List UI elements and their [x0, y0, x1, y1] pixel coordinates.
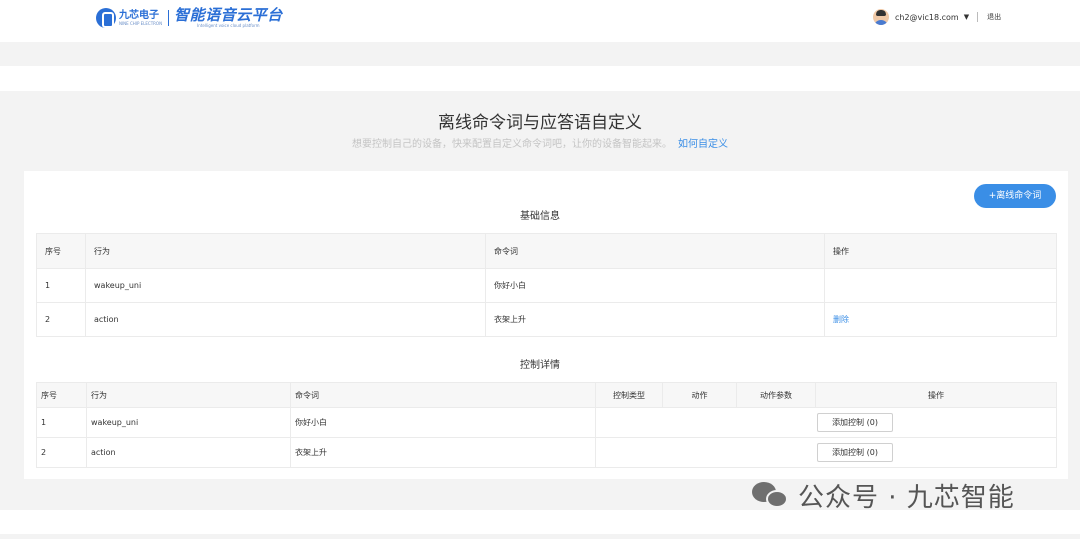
column-header: 操作 — [824, 233, 1057, 269]
table-row: 1 wakeup_uni 你好小白 添加控制 (0) — [36, 407, 1057, 438]
row-behavior: wakeup_uni — [85, 268, 486, 303]
company-name: 九芯电子 NINE CHIP ELECTRON — [119, 10, 162, 26]
control-detail-table: 序号 行为 命令词 控制类型 动作 动作参数 操作 1 wakeup_uni 你… — [36, 382, 1057, 468]
column-header: 动作参数 — [736, 382, 816, 408]
row-control-cell: 添加控制 (0) — [595, 437, 1057, 468]
column-header: 操作 — [815, 382, 1057, 408]
page-subtitle-text: 想要控制自己的设备，快来配置自定义命令词吧，让你的设备智能起来。 — [352, 139, 672, 150]
basic-info-table: 序号 行为 命令词 操作 1 wakeup_uni 你好小白 2 action … — [36, 233, 1057, 337]
logout-link[interactable]: 退出 — [987, 12, 1001, 22]
page-title: 离线命令词与应答语自定义 — [438, 113, 642, 133]
column-header: 控制类型 — [595, 382, 663, 408]
user-avatar-icon[interactable] — [873, 9, 889, 25]
platform-name: 智能语音云平台 Intelligent voice cloud platform — [174, 7, 283, 29]
column-header: 行为 — [86, 382, 291, 408]
company-logo-icon — [96, 8, 116, 28]
table-header-row: 序号 行为 命令词 控制类型 动作 动作参数 操作 — [36, 382, 1057, 408]
logo-divider — [168, 10, 170, 26]
company-name-en: NINE CHIP ELECTRON — [119, 21, 163, 26]
page-subtitle: 想要控制自己的设备，快来配置自定义命令词吧，让你的设备智能起来。 如何自定义 — [0, 135, 1080, 150]
user-email[interactable]: ch2@vic18.com — [895, 13, 959, 22]
footer-band — [0, 510, 1080, 534]
add-offline-command-button[interactable]: +离线命令词 — [974, 184, 1056, 208]
table-row: 1 wakeup_uni 你好小白 — [36, 268, 1057, 303]
user-menu: ch2@vic18.com ▼ 退出 — [873, 8, 1001, 26]
table-row: 2 action 衣架上升 删除 — [36, 302, 1057, 337]
row-command: 衣架上升 — [485, 302, 825, 337]
row-behavior: action — [85, 302, 486, 337]
row-command: 衣架上升 — [290, 437, 596, 468]
column-header: 序号 — [36, 233, 86, 269]
delete-link[interactable]: 删除 — [833, 315, 849, 324]
row-operation: 删除 — [824, 302, 1057, 337]
wechat-icon — [752, 480, 790, 510]
row-operation — [824, 268, 1057, 303]
platform-name-cn: 智能语音云平台 — [174, 6, 283, 24]
row-behavior: wakeup_uni — [86, 407, 291, 438]
watermark: 公众号 · 九芯智能 — [752, 478, 1015, 513]
control-detail-title: 控制详情 — [520, 360, 560, 371]
column-header: 行为 — [85, 233, 486, 269]
row-command: 你好小白 — [290, 407, 596, 438]
header-divider — [977, 12, 979, 22]
watermark-text: 公众号 · 九芯智能 — [798, 482, 1015, 513]
brand-logo[interactable]: 九芯电子 NINE CHIP ELECTRON 智能语音云平台 Intellig… — [96, 7, 283, 29]
column-header: 命令词 — [485, 233, 825, 269]
row-control-cell: 添加控制 (0) — [595, 407, 1057, 438]
add-control-button[interactable]: 添加控制 (0) — [817, 443, 893, 462]
platform-name-en: Intelligent voice cloud platform — [197, 23, 260, 28]
how-to-customize-link[interactable]: 如何自定义 — [678, 139, 728, 150]
column-header: 动作 — [662, 382, 737, 408]
row-number: 2 — [36, 437, 87, 468]
chevron-down-icon[interactable]: ▼ — [964, 13, 969, 21]
table-header-row: 序号 行为 命令词 操作 — [36, 233, 1057, 269]
add-control-button[interactable]: 添加控制 (0) — [817, 413, 893, 432]
nav-band — [0, 66, 1080, 91]
row-command: 你好小白 — [485, 268, 825, 303]
basic-info-title: 基础信息 — [520, 211, 560, 222]
row-number: 2 — [36, 302, 86, 337]
row-behavior: action — [86, 437, 291, 468]
table-row: 2 action 衣架上升 添加控制 (0) — [36, 437, 1057, 468]
column-header: 序号 — [36, 382, 87, 408]
company-name-cn: 九芯电子 — [119, 10, 159, 21]
column-header: 命令词 — [290, 382, 596, 408]
row-number: 1 — [36, 268, 86, 303]
row-number: 1 — [36, 407, 87, 438]
top-header: 九芯电子 NINE CHIP ELECTRON 智能语音云平台 Intellig… — [0, 0, 1080, 42]
